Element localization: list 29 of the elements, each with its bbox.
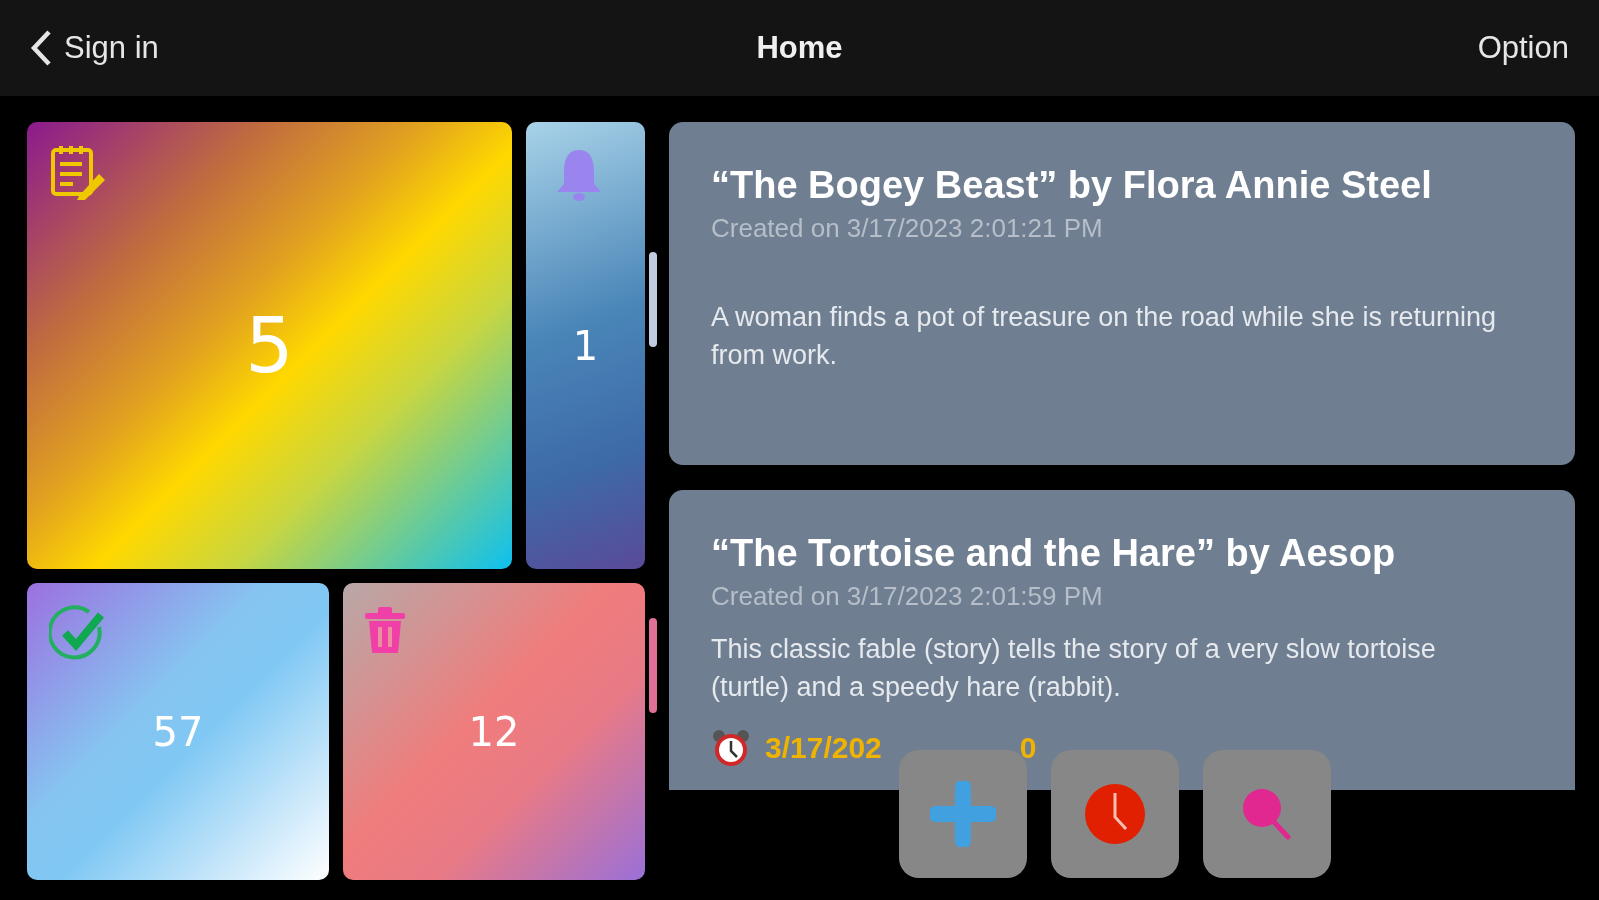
back-button[interactable]: Sign in — [30, 29, 159, 67]
screen-title: Home — [756, 30, 843, 66]
note-title: “The Tortoise and the Hare” by Aesop — [711, 532, 1397, 575]
search-button[interactable] — [1203, 750, 1331, 878]
note-card[interactable]: “The Tortoise and the Hare” by Aesop Created on 3/17/2023 2:01:59 PM This classic fable (story) tells the story of a very slow tortoise (turtle) and a speedy hare (rabbit). 3/17/202 0 — [669, 490, 1575, 790]
notepad-pencil-icon — [49, 144, 107, 200]
reminder-date: 3/17/202 — [765, 731, 882, 765]
reminder-date: 0 — [1019, 731, 1037, 765]
option-button[interactable]: Option — [1477, 30, 1569, 66]
tile-count: 5 — [245, 301, 294, 390]
note-title: “The Bogey Beast” by Flora Annie Steel — [711, 164, 1433, 207]
trash-tile[interactable]: 12 — [343, 583, 645, 880]
note-description: A woman finds a pot of treasure on the road while she is returning from work. — [711, 301, 1497, 372]
note-card[interactable]: “The Bogey Beast” by Flora Annie Steel Created on 3/17/2023 2:01:21 PM A woman finds a pot of treasure on the road while she is returning from work. — [669, 122, 1575, 465]
back-label: Sign in — [64, 30, 159, 66]
search-icon — [1242, 788, 1292, 840]
history-button[interactable] — [1051, 750, 1179, 878]
clock-icon — [1084, 783, 1146, 845]
reminders-tile[interactable]: 1 — [526, 122, 645, 569]
trash-icon — [365, 605, 405, 655]
note-description: This classic fable (story) tells the story of a very slow tortoise (turtle) and a speedy hare (rabbit). — [711, 633, 1437, 704]
tile-count: 1 — [572, 322, 599, 369]
created-date: Created on 3/17/2023 2:01:21 PM — [711, 213, 1104, 244]
created-date: Created on 3/17/2023 2:01:59 PM — [711, 581, 1104, 612]
alarm-clock-icon — [711, 728, 751, 768]
tile-count: 12 — [468, 708, 520, 755]
plus-icon — [930, 781, 996, 847]
chevron-left-icon — [30, 29, 52, 67]
tile-count: 57 — [152, 708, 204, 755]
